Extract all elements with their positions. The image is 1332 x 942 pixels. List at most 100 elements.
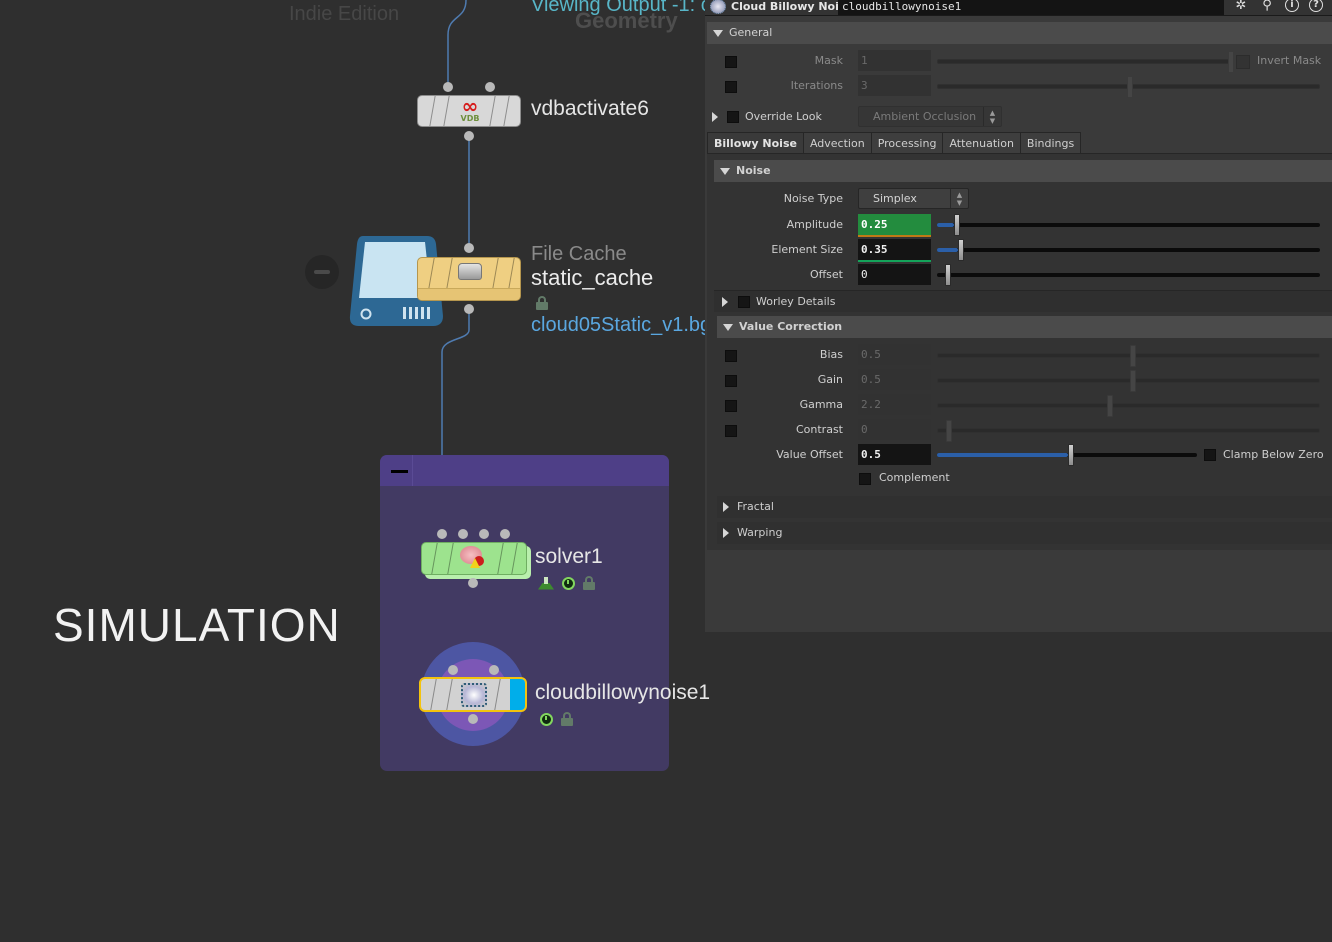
menu-arrows-icon: ▲ ▼	[950, 189, 968, 208]
expand-icon	[723, 528, 729, 538]
param-gain: Gain 0.5	[705, 369, 1332, 392]
cone-icon	[470, 558, 480, 568]
node-vdbactivate[interactable]: ∞ VDB	[417, 95, 521, 127]
complement-checkbox[interactable]	[859, 473, 871, 485]
mask-slider-handle[interactable]	[1228, 51, 1234, 73]
tab-billowy-noise[interactable]: Billowy Noise	[707, 132, 804, 154]
noise-type-label: Noise Type	[783, 192, 843, 205]
value-offset-field[interactable]: 0.5	[858, 444, 931, 465]
folder-noise[interactable]: Noise	[714, 160, 1332, 182]
display-flag[interactable]	[510, 679, 525, 710]
parameter-pane: Cloud Billowy Noise ✲ ⚲ i ? General Mask…	[705, 0, 1332, 632]
invert-mask-checkbox[interactable]	[1236, 55, 1250, 69]
folder-general[interactable]: General	[707, 22, 1332, 44]
collapse-icon[interactable]	[391, 470, 408, 473]
solver-output[interactable]	[468, 578, 478, 588]
network-box-simulation[interactable]	[380, 455, 669, 771]
override-look-checkbox[interactable]	[727, 111, 739, 123]
param-amplitude: Amplitude 0.25	[705, 214, 1332, 237]
mask-slider[interactable]	[937, 51, 1234, 73]
tab-processing[interactable]: Processing	[870, 132, 944, 154]
iterations-field[interactable]: 3	[858, 75, 931, 96]
operator-type-label: Cloud Billowy Noise	[731, 0, 853, 13]
display-flag-icon[interactable]	[538, 576, 554, 590]
element-size-slider[interactable]	[937, 239, 1320, 261]
operator-type-icon[interactable]	[710, 0, 726, 14]
cache-node-footer	[418, 288, 520, 300]
tab-bindings[interactable]: Bindings	[1019, 132, 1082, 154]
amplitude-slider-handle[interactable]	[954, 214, 961, 236]
gain-field[interactable]: 0.5	[858, 369, 931, 390]
mask-field[interactable]: 1	[858, 50, 931, 71]
element-size-field[interactable]: 0.35	[858, 239, 931, 260]
parameter-tools: ✲ ⚲ i ?	[1233, 0, 1323, 14]
vdbactivate-input-0[interactable]	[443, 82, 453, 92]
node-file-cache[interactable]	[417, 257, 521, 301]
amplitude-slider[interactable]	[937, 214, 1320, 236]
info-icon[interactable]: i	[1285, 0, 1299, 12]
gain-slider-handle[interactable]	[1129, 370, 1136, 392]
expand-icon	[713, 30, 723, 37]
vdbactivate-input-1[interactable]	[485, 82, 495, 92]
solver-input-1[interactable]	[458, 529, 468, 539]
gain-slider[interactable]	[937, 370, 1320, 392]
override-look-menu[interactable]: Ambient Occlusion ▲ ▼	[858, 106, 1002, 127]
offset-slider-handle[interactable]	[945, 264, 951, 286]
value-offset-slider[interactable]	[937, 444, 1197, 466]
iterations-slider[interactable]	[937, 76, 1320, 98]
gear-icon[interactable]: ✲	[1233, 0, 1249, 14]
minimize-icon[interactable]	[305, 255, 339, 289]
node-solver[interactable]	[421, 542, 527, 575]
search-icon[interactable]: ⚲	[1259, 0, 1275, 14]
network-box-header[interactable]	[380, 455, 669, 486]
node-name-input[interactable]	[838, 0, 1224, 15]
offset-field[interactable]: 0	[858, 264, 931, 285]
tab-attenuation[interactable]: Attenuation	[942, 132, 1021, 154]
offset-slider[interactable]	[937, 264, 1320, 286]
override-look-label: Override Look	[745, 110, 822, 123]
contrast-field[interactable]: 0	[858, 419, 931, 440]
contrast-slider-handle[interactable]	[946, 420, 952, 442]
sticky-note-simulation[interactable]: SIMULATION	[53, 598, 341, 652]
clamp-below-zero-checkbox[interactable]	[1204, 449, 1216, 461]
lock-icon[interactable]	[583, 576, 595, 590]
fractal-label: Fractal	[737, 500, 774, 513]
node-cloudbillowynoise[interactable]	[419, 677, 527, 712]
element-size-underline	[858, 260, 931, 262]
file-cache-path-label[interactable]: cloud05Static_v1.bgeo.sc	[531, 314, 706, 337]
offset-label: Offset	[809, 268, 843, 281]
contrast-slider[interactable]	[937, 420, 1320, 442]
bias-slider-handle[interactable]	[1129, 345, 1136, 367]
worley-details-checkbox[interactable]	[738, 296, 750, 308]
element-size-slider-handle[interactable]	[957, 239, 964, 261]
tab-advection[interactable]: Advection	[802, 132, 872, 154]
cache-input[interactable]	[464, 243, 474, 253]
gamma-field[interactable]: 2.2	[858, 394, 931, 415]
cbn-output[interactable]	[468, 714, 478, 724]
amplitude-field[interactable]: 0.25	[858, 214, 931, 235]
folder-worley-details[interactable]: Worley Details	[714, 290, 1332, 312]
lock-icon[interactable]	[561, 712, 573, 726]
cbn-input-1[interactable]	[489, 665, 499, 675]
bias-field[interactable]: 0.5	[858, 344, 931, 365]
solver-input-3[interactable]	[500, 529, 510, 539]
lock-icon[interactable]	[536, 296, 548, 310]
folder-value-correction[interactable]: Value Correction	[717, 316, 1332, 338]
cbn-input-0[interactable]	[448, 665, 458, 675]
gamma-slider-handle[interactable]	[1107, 395, 1114, 417]
folder-fractal[interactable]: Fractal	[717, 496, 1332, 518]
cache-output[interactable]	[464, 304, 474, 314]
gamma-slider[interactable]	[937, 395, 1320, 417]
solver-input-0[interactable]	[437, 529, 447, 539]
solver-input-2[interactable]	[479, 529, 489, 539]
noise-type-menu[interactable]: Simplex ▲ ▼	[858, 188, 969, 209]
folder-warping[interactable]: Warping	[717, 522, 1332, 544]
infinity-glyph: ∞	[461, 95, 479, 118]
bias-slider[interactable]	[937, 345, 1320, 367]
expand-icon[interactable]	[712, 112, 718, 122]
clamp-below-zero-label: Clamp Below Zero	[1223, 448, 1324, 461]
help-icon[interactable]: ?	[1309, 0, 1323, 12]
value-offset-slider-handle[interactable]	[1068, 444, 1074, 466]
vdbactivate-output[interactable]	[464, 131, 474, 141]
iterations-slider-handle[interactable]	[1127, 76, 1133, 98]
